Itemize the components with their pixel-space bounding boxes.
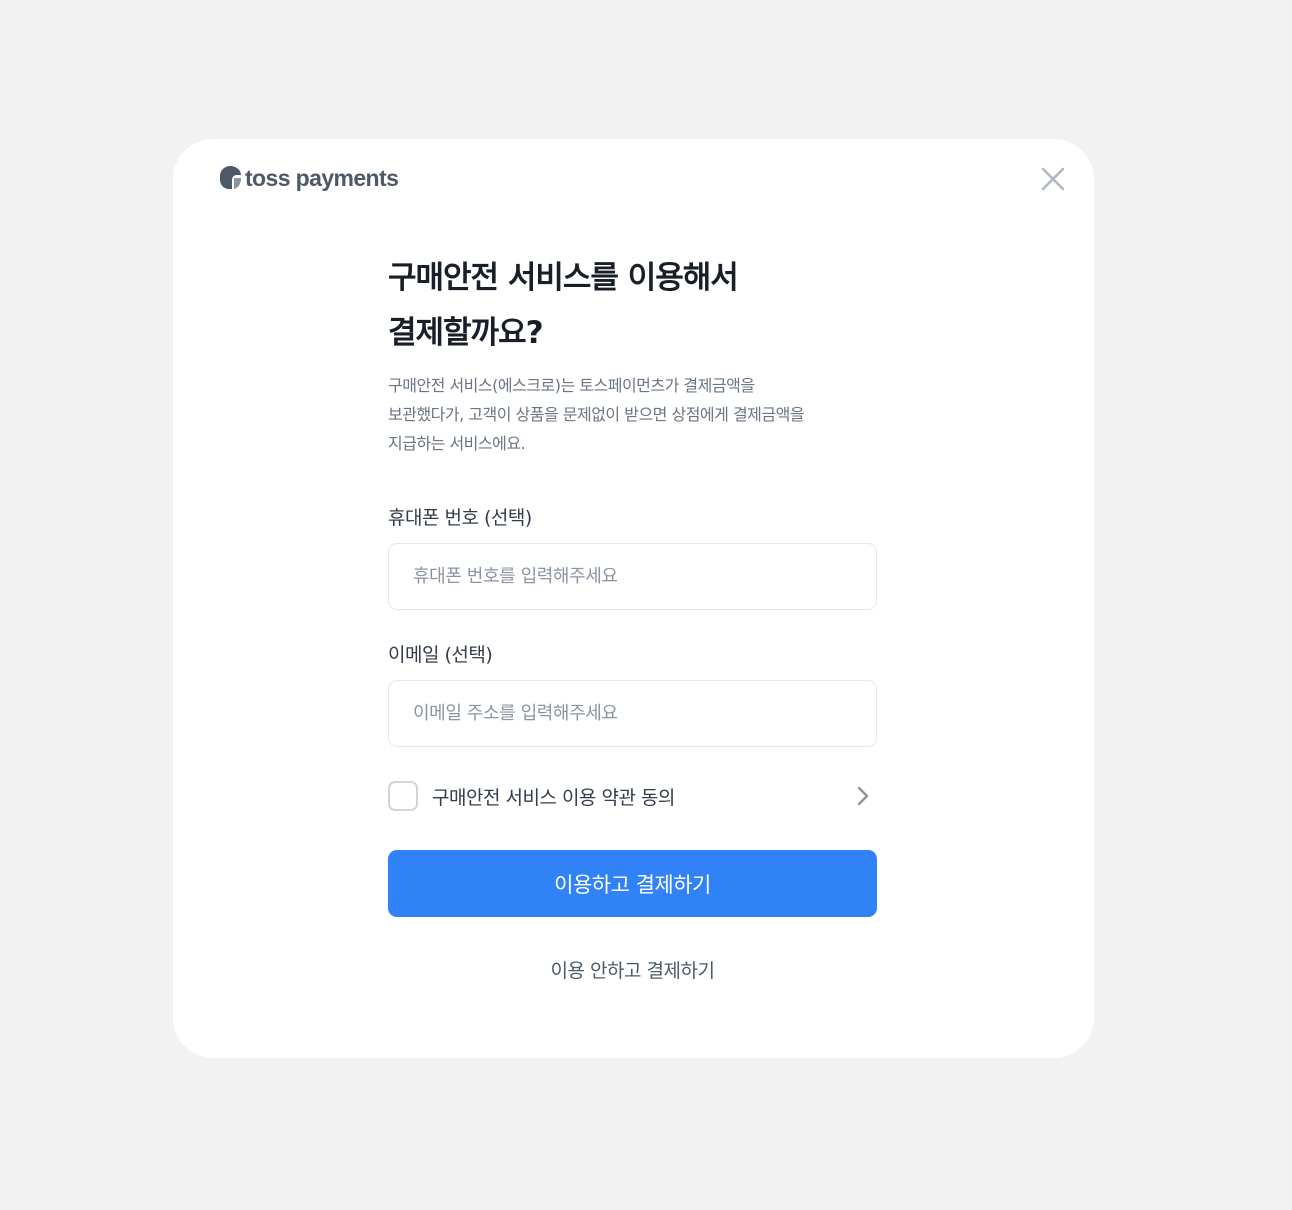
logo-text: toss payments: [245, 164, 399, 191]
chevron-right-icon[interactable]: [851, 784, 875, 808]
terms-agreement-row[interactable]: 구매안전 서비스 이용 약관 동의: [388, 781, 877, 811]
description-line: 구매안전 서비스(에스크로)는 토스페이먼츠가 결제금액을: [388, 376, 755, 395]
phone-label: 휴대폰 번호 (선택): [388, 507, 532, 529]
pay-without-escrow-button[interactable]: 이용 안하고 결제하기: [388, 949, 877, 989]
toss-payments-logo: toss payments: [217, 163, 399, 193]
terms-agreement-label: 구매안전 서비스 이용 약관 동의: [432, 786, 675, 809]
close-button[interactable]: [1035, 161, 1071, 197]
close-icon: [1041, 167, 1065, 191]
description-line: 지급하는 서비스에요.: [388, 434, 526, 453]
escrow-modal: toss payments 구매안전 서비스를 이용해서 결제할까요? 구매안전…: [173, 139, 1094, 1058]
title-line: 결제할까요?: [388, 315, 544, 351]
page-title: 구매안전 서비스를 이용해서 결제할까요?: [388, 251, 878, 361]
terms-checkbox[interactable]: [388, 781, 418, 811]
phone-input[interactable]: [388, 543, 877, 610]
description-line: 보관했다가, 고객이 상품을 문제없이 받으면 상점에게 결제금액을: [388, 405, 805, 424]
email-input[interactable]: [388, 680, 877, 747]
title-line: 구매안전 서비스를 이용해서: [388, 260, 739, 296]
escrow-description: 구매안전 서비스(에스크로)는 토스페이먼츠가 결제금액을 보관했다가, 고객이…: [388, 371, 888, 458]
toss-logo-icon: [220, 166, 241, 189]
use-and-pay-button[interactable]: 이용하고 결제하기: [388, 850, 877, 917]
email-label: 이메일 (선택): [388, 644, 493, 666]
